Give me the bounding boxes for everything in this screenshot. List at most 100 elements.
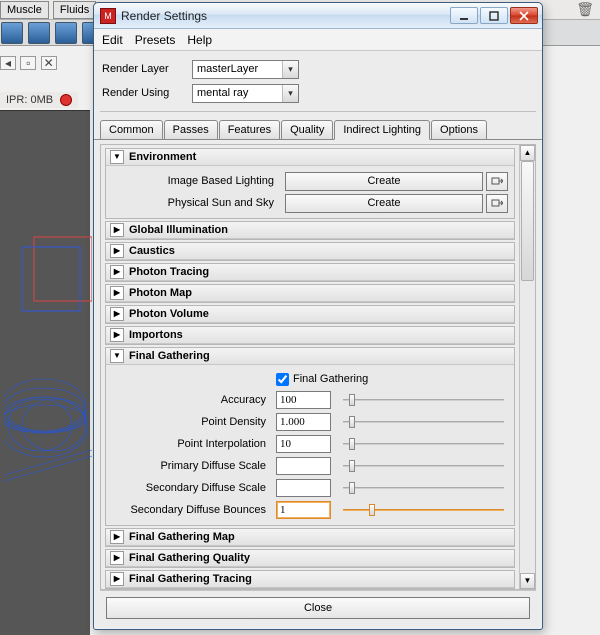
back-btn[interactable]: ✕ — [41, 56, 57, 70]
accuracy-label: Accuracy — [112, 394, 272, 406]
expand-icon: ▶ — [110, 328, 124, 342]
expand-icon: ▶ — [110, 551, 124, 565]
section-header-environment[interactable]: ▼ Environment — [106, 149, 514, 166]
section-title: Photon Map — [129, 287, 192, 299]
section-title: Final Gathering Tracing — [129, 573, 252, 585]
shelf-icon[interactable] — [1, 22, 23, 44]
section-title: Final Gathering Quality — [129, 552, 250, 564]
ipr-indicator-icon — [60, 94, 72, 106]
primary-diffuse-scale-input[interactable] — [276, 457, 331, 475]
chevron-down-icon — [282, 85, 298, 102]
tab-options[interactable]: Options — [431, 120, 487, 139]
shelf-icon[interactable] — [28, 22, 50, 44]
fg-enable-checkbox[interactable] — [276, 373, 289, 386]
fg-enable-label: Final Gathering — [293, 373, 368, 385]
expand-icon: ▶ — [110, 307, 124, 321]
point-interp-slider[interactable] — [339, 435, 508, 453]
secondary-diffuse-bounces-label: Secondary Diffuse Bounces — [112, 504, 272, 516]
expand-icon: ▶ — [110, 265, 124, 279]
section-environment: ▼ Environment Image Based Lighting Creat… — [105, 148, 515, 219]
expand-icon: ▶ — [110, 286, 124, 300]
menubar: Edit Presets Help — [94, 29, 542, 51]
tab-features[interactable]: Features — [219, 120, 280, 139]
point-interp-label: Point Interpolation — [112, 438, 272, 450]
ibl-connect-button[interactable] — [486, 172, 508, 191]
close-button[interactable] — [510, 7, 538, 24]
section-header-fg[interactable]: ▼ Final Gathering — [106, 348, 514, 365]
create-pss-button[interactable]: Create — [285, 194, 483, 213]
secondary-diffuse-scale-slider[interactable] — [339, 479, 508, 497]
section-final-gathering: ▼ Final Gathering Final Gathering Accura… — [105, 347, 515, 526]
render-layer-value: masterLayer — [197, 63, 282, 75]
menu-help[interactable]: Help — [187, 33, 212, 47]
section-photon-map: ▶ Photon Map — [105, 284, 515, 303]
minimize-button[interactable] — [450, 7, 478, 24]
vertical-scrollbar[interactable]: ▲ ▼ — [519, 145, 535, 589]
pss-connect-button[interactable] — [486, 194, 508, 213]
secondary-diffuse-scale-input[interactable] — [276, 479, 331, 497]
primary-diffuse-scale-slider[interactable] — [339, 457, 508, 475]
section-photon-tracing: ▶ Photon Tracing — [105, 263, 515, 282]
section-fg-tracing: ▶ Final Gathering Tracing — [105, 570, 515, 589]
tab-indirect-lighting[interactable]: Indirect Lighting — [334, 120, 430, 140]
menu-presets[interactable]: Presets — [135, 33, 176, 47]
section-title: Importons — [129, 329, 183, 341]
tab-muscle[interactable]: Muscle — [0, 1, 49, 19]
section-photon-volume: ▶Photon Volume — [105, 305, 515, 324]
point-density-label: Point Density — [112, 416, 272, 428]
scroll-down-button[interactable]: ▼ — [520, 573, 535, 589]
trash-icon[interactable]: 🗑 — [576, 1, 594, 18]
section-importons: ▶ Importons — [105, 326, 515, 345]
tab-quality[interactable]: Quality — [281, 120, 333, 139]
pss-label: Physical Sun and Sky — [112, 197, 282, 209]
point-density-input[interactable] — [276, 413, 331, 431]
close-dialog-button[interactable]: Close — [106, 597, 530, 619]
accuracy-input[interactable] — [276, 391, 331, 409]
render-layer-dropdown[interactable]: masterLayer — [192, 60, 299, 79]
render-using-label: Render Using — [102, 87, 192, 99]
wireframe-preview — [4, 235, 92, 495]
chevron-down-icon — [282, 61, 298, 78]
expand-icon: ▶ — [110, 223, 124, 237]
section-caustics: ▶Caustics — [105, 242, 515, 261]
section-title: Global Illumination — [129, 224, 228, 236]
maximize-button[interactable] — [480, 7, 508, 24]
point-interp-input[interactable] — [276, 435, 331, 453]
scroll-thumb[interactable] — [521, 161, 534, 281]
back-btn[interactable]: ▫ — [20, 56, 36, 70]
ibl-label: Image Based Lighting — [112, 175, 282, 187]
app-icon: M — [100, 8, 116, 24]
expand-icon: ▶ — [110, 572, 124, 586]
primary-diffuse-scale-label: Primary Diffuse Scale — [112, 460, 272, 472]
section-title: Final Gathering Map — [129, 531, 235, 543]
menu-edit[interactable]: Edit — [102, 33, 123, 47]
viewport-3d[interactable] — [0, 110, 90, 635]
accuracy-slider[interactable] — [339, 391, 508, 409]
secondary-diffuse-bounces-input[interactable] — [276, 501, 331, 519]
tab-fluids[interactable]: Fluids — [53, 1, 96, 19]
section-fg-quality: ▶ Final Gathering Quality — [105, 549, 515, 568]
render-layer-label: Render Layer — [102, 63, 192, 75]
tab-common[interactable]: Common — [100, 120, 163, 139]
secondary-diffuse-scale-label: Secondary Diffuse Scale — [112, 482, 272, 494]
point-density-slider[interactable] — [339, 413, 508, 431]
section-title: Photon Tracing — [129, 266, 209, 278]
section-fg-map: ▶Final Gathering Map — [105, 528, 515, 547]
section-title: Final Gathering — [129, 350, 210, 362]
collapse-icon: ▼ — [110, 349, 124, 363]
window-title: Render Settings — [121, 9, 450, 23]
back-window-controls: ◂ ▫ ✕ — [0, 56, 58, 70]
render-using-value: mental ray — [197, 87, 282, 99]
secondary-diffuse-bounces-slider[interactable] — [339, 501, 508, 519]
render-settings-window: M Render Settings Edit Presets Help Rend… — [93, 2, 543, 630]
render-using-dropdown[interactable]: mental ray — [192, 84, 299, 103]
ipr-label: IPR: 0MB — [6, 94, 53, 106]
back-btn[interactable]: ◂ — [0, 56, 16, 70]
shelf-icon[interactable] — [55, 22, 77, 44]
panel: ▼ Environment Image Based Lighting Creat… — [100, 144, 536, 590]
scroll-up-button[interactable]: ▲ — [520, 145, 535, 161]
ipr-status: IPR: 0MB — [0, 92, 78, 108]
titlebar[interactable]: M Render Settings — [94, 3, 542, 29]
create-ibl-button[interactable]: Create — [285, 172, 483, 191]
tab-passes[interactable]: Passes — [164, 120, 218, 139]
